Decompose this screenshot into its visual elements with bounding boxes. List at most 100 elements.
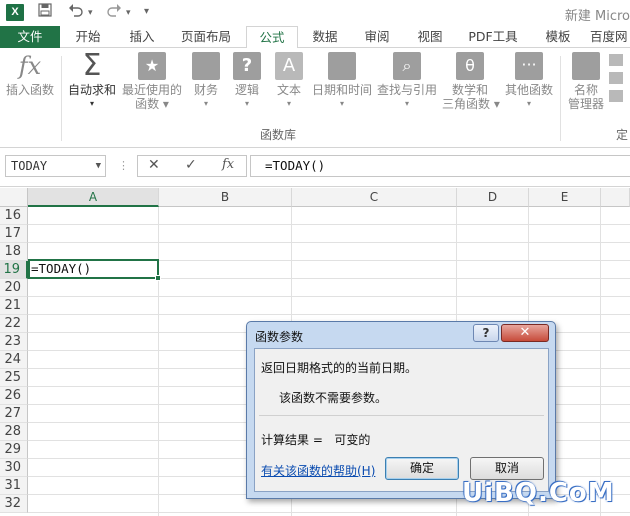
define-name-buttons[interactable] <box>609 52 629 102</box>
select-all-corner[interactable] <box>0 188 28 207</box>
recently-used-button[interactable]: ★ 最近使用的 函数 ▾ <box>121 52 183 111</box>
row-header[interactable]: 16 <box>0 207 28 225</box>
math-trig-label-1: 数学和 <box>451 83 488 97</box>
confirm-entry-icon[interactable]: ✓ <box>185 157 197 173</box>
autosum-label: 自动求和 <box>67 83 116 97</box>
define-name-icon <box>609 54 623 66</box>
tab-review[interactable]: 审阅 <box>356 26 398 48</box>
more-functions-button[interactable]: ··· 其他函数 ▾ <box>503 52 555 111</box>
text-label: 文本 <box>276 83 301 97</box>
tab-templates[interactable]: 模板 <box>536 26 580 48</box>
star-book-icon: ★ <box>138 52 166 80</box>
ok-button[interactable]: 确定 <box>385 457 459 480</box>
row-header[interactable]: 23 <box>0 333 28 351</box>
row-header[interactable]: 27 <box>0 405 28 423</box>
row-header[interactable]: 20 <box>0 279 28 297</box>
name-manager-button[interactable]: 名称 管理器 <box>566 52 606 111</box>
grid-line <box>158 207 159 516</box>
ribbon-separator <box>61 56 62 141</box>
active-cell-value: =TODAY() <box>31 261 92 276</box>
calendar-icon <box>328 52 356 80</box>
row-header[interactable]: 29 <box>0 441 28 459</box>
lookup-dropdown-icon: ▾ <box>404 99 409 108</box>
column-header-a[interactable]: A <box>28 188 159 207</box>
math-trig-label-2: 三角函数 ▾ <box>442 97 500 111</box>
undo-dropdown-icon[interactable]: ▾ <box>88 8 93 18</box>
column-header-f[interactable] <box>601 188 630 207</box>
redo-icon[interactable] <box>106 3 122 21</box>
text-button[interactable]: A 文本 ▾ <box>272 52 306 111</box>
row-header-selected[interactable]: 19 <box>0 261 28 279</box>
name-manager-label-2: 管理器 <box>567 97 604 111</box>
cancel-button[interactable]: 取消 <box>470 457 544 480</box>
financial-button[interactable]: 财务 ▾ <box>189 52 223 111</box>
autosum-button[interactable]: Σ 自动求和 ▾ <box>66 51 118 111</box>
fill-handle[interactable] <box>155 275 161 281</box>
active-cell-a19[interactable]: =TODAY() <box>28 259 161 281</box>
formula-bar: TODAY ▼ ⋮ ✕ ✓ fx =TODAY() <box>0 149 630 187</box>
use-in-formula-icon <box>609 72 623 84</box>
row-header[interactable]: 18 <box>0 243 28 261</box>
name-box-dropdown-icon[interactable]: ▼ <box>96 156 101 176</box>
name-box-value: TODAY <box>11 159 48 173</box>
row-header[interactable]: 17 <box>0 225 28 243</box>
formula-input[interactable]: =TODAY() <box>250 155 630 177</box>
row-header[interactable]: 25 <box>0 369 28 387</box>
lookup-reference-button[interactable]: ⌕ 查找与引用 ▾ <box>376 52 438 111</box>
tab-page-layout[interactable]: 页面布局 <box>173 26 239 48</box>
name-box[interactable]: TODAY ▼ <box>5 155 106 177</box>
row-header[interactable]: 32 <box>0 495 28 513</box>
financial-label: 财务 <box>193 83 218 97</box>
undo-icon[interactable] <box>68 3 84 21</box>
logical-dropdown-icon: ▾ <box>244 99 249 108</box>
row-header[interactable]: 31 <box>0 477 28 495</box>
insert-function-button[interactable]: fx 插入函数 <box>4 52 56 97</box>
result-label: 计算结果 = <box>261 433 323 447</box>
dialog-help-button[interactable]: ? <box>473 324 499 342</box>
date-time-dropdown-icon: ▾ <box>339 99 344 108</box>
formula-tools: ✕ ✓ fx <box>137 155 247 177</box>
tab-file[interactable]: 文件 <box>0 26 60 48</box>
logical-button[interactable]: ? 逻辑 ▾ <box>230 52 264 111</box>
column-header-e[interactable]: E <box>529 188 601 207</box>
row-header[interactable]: 22 <box>0 315 28 333</box>
question-book-icon: ? <box>233 52 261 80</box>
tab-data[interactable]: 数据 <box>304 26 346 48</box>
column-header-c[interactable]: C <box>292 188 457 207</box>
tab-insert[interactable]: 插入 <box>120 26 164 48</box>
row-header[interactable]: 21 <box>0 297 28 315</box>
redo-dropdown-icon[interactable]: ▾ <box>126 8 131 18</box>
dialog-divider <box>259 415 544 416</box>
column-header-b[interactable]: B <box>159 188 292 207</box>
text-dropdown-icon: ▾ <box>286 99 291 108</box>
more-book-icon: ··· <box>515 52 543 80</box>
group-label-function-library: 函数库 <box>260 128 297 142</box>
tab-view[interactable]: 视图 <box>409 26 451 48</box>
row-header[interactable]: 24 <box>0 351 28 369</box>
financial-dropdown-icon: ▾ <box>203 99 208 108</box>
column-header-d[interactable]: D <box>457 188 529 207</box>
tab-home[interactable]: 开始 <box>66 26 110 48</box>
more-functions-label: 其他函数 <box>504 83 553 97</box>
grid-line <box>28 314 630 315</box>
save-icon[interactable] <box>38 3 52 21</box>
recently-used-label-1: 最近使用的 <box>121 83 182 97</box>
magnifier-book-icon: ⌕ <box>393 52 421 80</box>
tab-formulas[interactable]: 公式 <box>246 26 298 49</box>
dialog-close-button[interactable]: ✕ <box>501 324 549 342</box>
excel-logo-icon: X <box>6 4 24 21</box>
row-header[interactable]: 28 <box>0 423 28 441</box>
recently-used-label-2: 函数 ▾ <box>135 97 169 111</box>
row-header[interactable]: 26 <box>0 387 28 405</box>
no-arguments-note: 该函数不需要参数。 <box>279 391 388 405</box>
tab-pdf-tools[interactable]: PDF工具 <box>462 26 524 48</box>
function-help-link[interactable]: 有关该函数的帮助(H) <box>261 462 375 479</box>
insert-function-fx-icon[interactable]: fx <box>222 157 234 172</box>
date-time-button[interactable]: 日期和时间 ▾ <box>311 52 373 111</box>
cancel-entry-icon[interactable]: ✕ <box>148 157 160 173</box>
customize-quick-access-icon[interactable]: ▾ <box>144 6 149 17</box>
math-trig-button[interactable]: θ 数学和 三角函数 ▾ <box>442 52 500 111</box>
logical-label: 逻辑 <box>234 83 259 97</box>
row-header[interactable]: 30 <box>0 459 28 477</box>
tab-baidu[interactable]: 百度网 <box>590 26 630 48</box>
